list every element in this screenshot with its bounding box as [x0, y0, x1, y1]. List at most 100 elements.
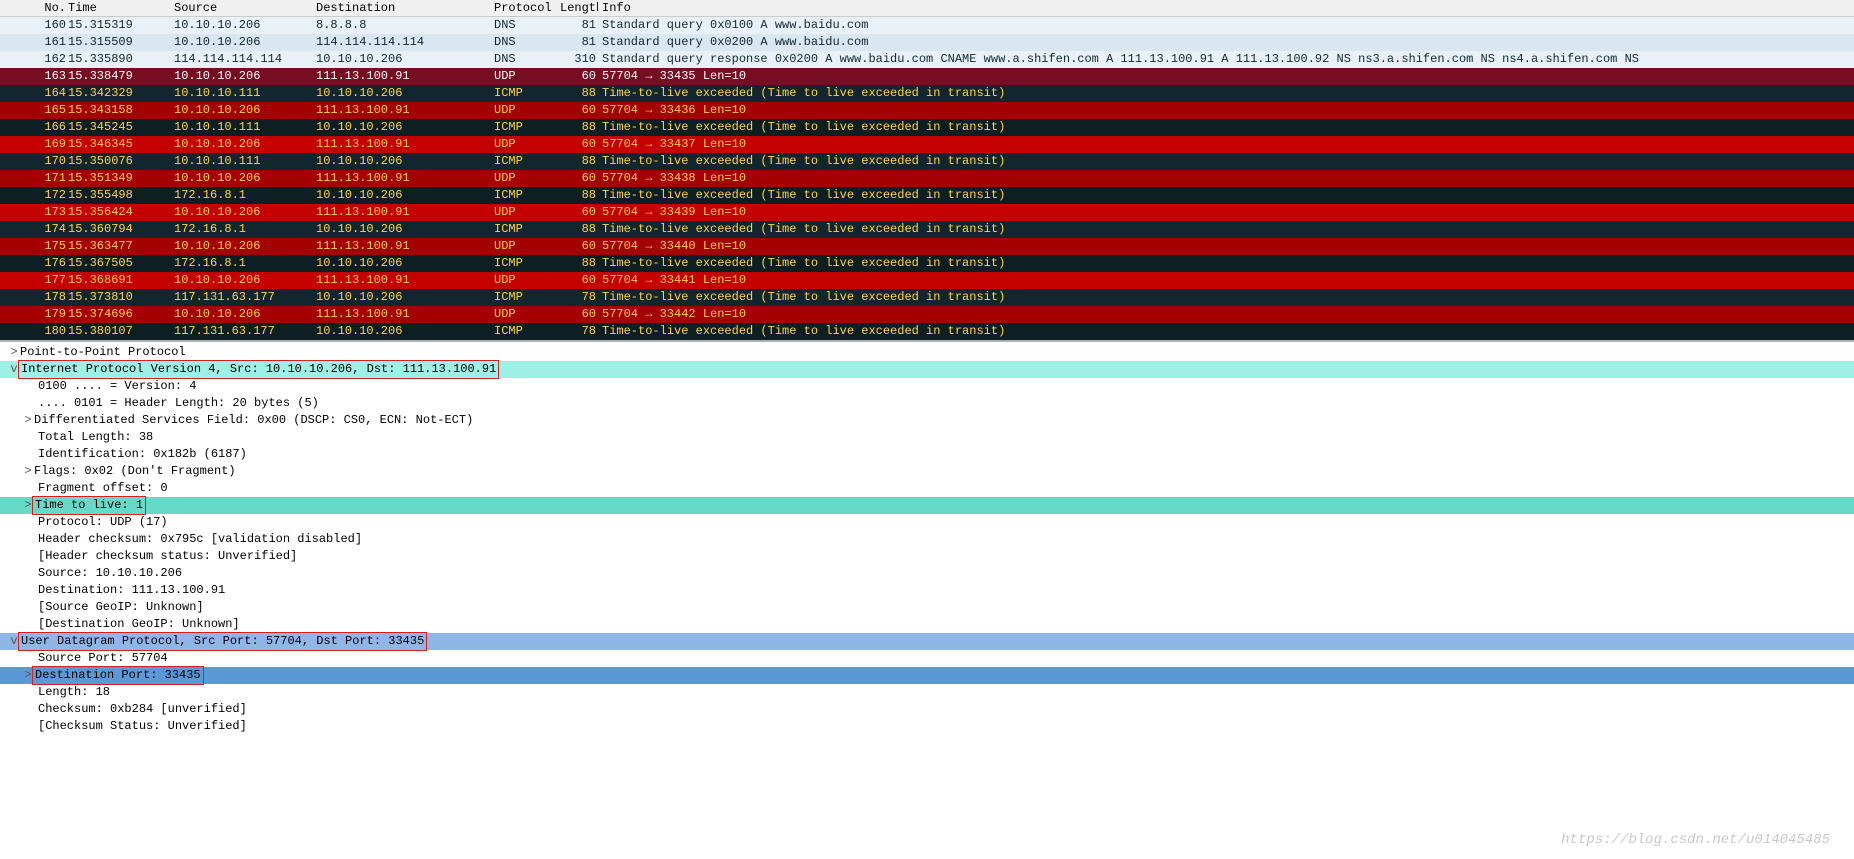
cell-protocol: ICMP [494, 153, 560, 170]
cell-source: 114.114.114.114 [174, 51, 316, 68]
packet-row[interactable]: 16515.34315810.10.10.206111.13.100.91UDP… [0, 102, 1854, 119]
cell-length: 60 [560, 102, 598, 119]
packet-row[interactable]: 17015.35007610.10.10.11110.10.10.206ICMP… [0, 153, 1854, 170]
cell-destination: 10.10.10.206 [316, 323, 494, 340]
expand-icon[interactable]: > [22, 463, 34, 480]
col-source[interactable]: Source [174, 0, 316, 16]
tree-ip-header-checksum-status[interactable]: [Header checksum status: Unverified] [0, 548, 1854, 565]
cell-length: 60 [560, 272, 598, 289]
col-no[interactable]: No. [0, 0, 68, 16]
cell-time: 15.338479 [68, 68, 174, 85]
tree-ip-identification[interactable]: Identification: 0x182b (6187) [0, 446, 1854, 463]
packet-details-pane[interactable]: >Point-to-Point Protocol vInternet Proto… [0, 340, 1854, 755]
col-info[interactable]: Info [598, 0, 1854, 16]
cell-source: 10.10.10.111 [174, 119, 316, 136]
cell-no: 178 [0, 289, 68, 306]
cell-protocol: DNS [494, 17, 560, 34]
cell-destination: 111.13.100.91 [316, 204, 494, 221]
cell-no: 166 [0, 119, 68, 136]
cell-source: 10.10.10.111 [174, 153, 316, 170]
cell-info: 57704 → 33438 Len=10 [598, 170, 1854, 187]
tree-ip-source-geo[interactable]: [Source GeoIP: Unknown] [0, 599, 1854, 616]
cell-info: Standard query response 0x0200 A www.bai… [598, 51, 1854, 68]
cell-time: 15.335890 [68, 51, 174, 68]
tree-udp-checksum[interactable]: Checksum: 0xb284 [unverified] [0, 701, 1854, 718]
cell-info: 57704 → 33442 Len=10 [598, 306, 1854, 323]
cell-destination: 8.8.8.8 [316, 17, 494, 34]
tree-ip-source[interactable]: Source: 10.10.10.206 [0, 565, 1854, 582]
tree-ip-protocol[interactable]: Protocol: UDP (17) [0, 514, 1854, 531]
cell-time: 15.315319 [68, 17, 174, 34]
expand-icon[interactable]: > [22, 412, 34, 429]
packet-row[interactable]: 16315.33847910.10.10.206111.13.100.91UDP… [0, 68, 1854, 85]
cell-no: 175 [0, 238, 68, 255]
tree-udp[interactable]: vUser Datagram Protocol, Src Port: 57704… [0, 633, 1854, 650]
tree-ipv4[interactable]: vInternet Protocol Version 4, Src: 10.10… [0, 361, 1854, 378]
cell-time: 15.380107 [68, 323, 174, 340]
packet-row[interactable]: 16115.31550910.10.10.206114.114.114.114D… [0, 34, 1854, 51]
tree-udp-dst-port[interactable]: >Destination Port: 33435 [0, 667, 1854, 684]
cell-destination: 10.10.10.206 [316, 255, 494, 272]
packet-row[interactable]: 17915.37469610.10.10.206111.13.100.91UDP… [0, 306, 1854, 323]
cell-no: 163 [0, 68, 68, 85]
cell-protocol: ICMP [494, 119, 560, 136]
cell-info: Time-to-live exceeded (Time to live exce… [598, 289, 1854, 306]
cell-no: 174 [0, 221, 68, 238]
tree-ip-header-checksum[interactable]: Header checksum: 0x795c [validation disa… [0, 531, 1854, 548]
tree-ip-flags[interactable]: >Flags: 0x02 (Don't Fragment) [0, 463, 1854, 480]
cell-no: 165 [0, 102, 68, 119]
tree-udp-length[interactable]: Length: 18 [0, 684, 1854, 701]
packet-row[interactable]: 17415.360794172.16.8.110.10.10.206ICMP88… [0, 221, 1854, 238]
tree-udp-src-port[interactable]: Source Port: 57704 [0, 650, 1854, 667]
packet-row[interactable]: 18015.380107117.131.63.17710.10.10.206IC… [0, 323, 1854, 340]
cell-protocol: ICMP [494, 85, 560, 102]
tree-ip-ihl[interactable]: .... 0101 = Header Length: 20 bytes (5) [0, 395, 1854, 412]
packet-row[interactable]: 16415.34232910.10.10.11110.10.10.206ICMP… [0, 85, 1854, 102]
cell-length: 78 [560, 289, 598, 306]
packet-row[interactable]: 16915.34634510.10.10.206111.13.100.91UDP… [0, 136, 1854, 153]
tree-ip-destination[interactable]: Destination: 111.13.100.91 [0, 582, 1854, 599]
tree-udp-checksum-status[interactable]: [Checksum Status: Unverified] [0, 718, 1854, 735]
cell-protocol: ICMP [494, 289, 560, 306]
cell-source: 117.131.63.177 [174, 323, 316, 340]
cell-time: 15.350076 [68, 153, 174, 170]
tree-ip-destination-geo[interactable]: [Destination GeoIP: Unknown] [0, 616, 1854, 633]
cell-protocol: DNS [494, 51, 560, 68]
packet-row[interactable]: 17715.36869110.10.10.206111.13.100.91UDP… [0, 272, 1854, 289]
cell-length: 78 [560, 323, 598, 340]
cell-protocol: UDP [494, 272, 560, 289]
packet-row[interactable]: 17115.35134910.10.10.206111.13.100.91UDP… [0, 170, 1854, 187]
col-time[interactable]: Time [68, 0, 174, 16]
cell-no: 172 [0, 187, 68, 204]
expand-icon[interactable]: > [8, 344, 20, 361]
tree-ppp[interactable]: >Point-to-Point Protocol [0, 344, 1854, 361]
packet-row[interactable]: 16215.335890114.114.114.11410.10.10.206D… [0, 51, 1854, 68]
cell-no: 180 [0, 323, 68, 340]
tree-ip-ttl[interactable]: >Time to live: 1 [0, 497, 1854, 514]
packet-row[interactable]: 17315.35642410.10.10.206111.13.100.91UDP… [0, 204, 1854, 221]
packet-row[interactable]: 17515.36347710.10.10.206111.13.100.91UDP… [0, 238, 1854, 255]
cell-source: 10.10.10.206 [174, 136, 316, 153]
packet-list-pane[interactable]: No. Time Source Destination Protocol Len… [0, 0, 1854, 340]
tree-ip-fragment-offset[interactable]: Fragment offset: 0 [0, 480, 1854, 497]
packet-row[interactable]: 16615.34524510.10.10.11110.10.10.206ICMP… [0, 119, 1854, 136]
cell-info: Time-to-live exceeded (Time to live exce… [598, 255, 1854, 272]
cell-source: 10.10.10.206 [174, 34, 316, 51]
tree-label-ipv4: Internet Protocol Version 4, Src: 10.10.… [18, 360, 499, 379]
tree-ip-version[interactable]: 0100 .... = Version: 4 [0, 378, 1854, 395]
packet-row[interactable]: 17815.373810117.131.63.17710.10.10.206IC… [0, 289, 1854, 306]
tree-ip-dsf[interactable]: >Differentiated Services Field: 0x00 (DS… [0, 412, 1854, 429]
cell-time: 15.343158 [68, 102, 174, 119]
col-destination[interactable]: Destination [316, 0, 494, 16]
packet-row[interactable]: 17615.367505172.16.8.110.10.10.206ICMP88… [0, 255, 1854, 272]
cell-time: 15.374696 [68, 306, 174, 323]
packet-row[interactable]: 17215.355498172.16.8.110.10.10.206ICMP88… [0, 187, 1854, 204]
cell-time: 15.356424 [68, 204, 174, 221]
col-length[interactable]: Length [560, 0, 598, 16]
packet-row[interactable]: 16015.31531910.10.10.2068.8.8.8DNS81Stan… [0, 17, 1854, 34]
cell-protocol: UDP [494, 136, 560, 153]
tree-ip-total-length[interactable]: Total Length: 38 [0, 429, 1854, 446]
col-protocol[interactable]: Protocol [494, 0, 560, 16]
cell-destination: 111.13.100.91 [316, 102, 494, 119]
cell-source: 10.10.10.206 [174, 170, 316, 187]
